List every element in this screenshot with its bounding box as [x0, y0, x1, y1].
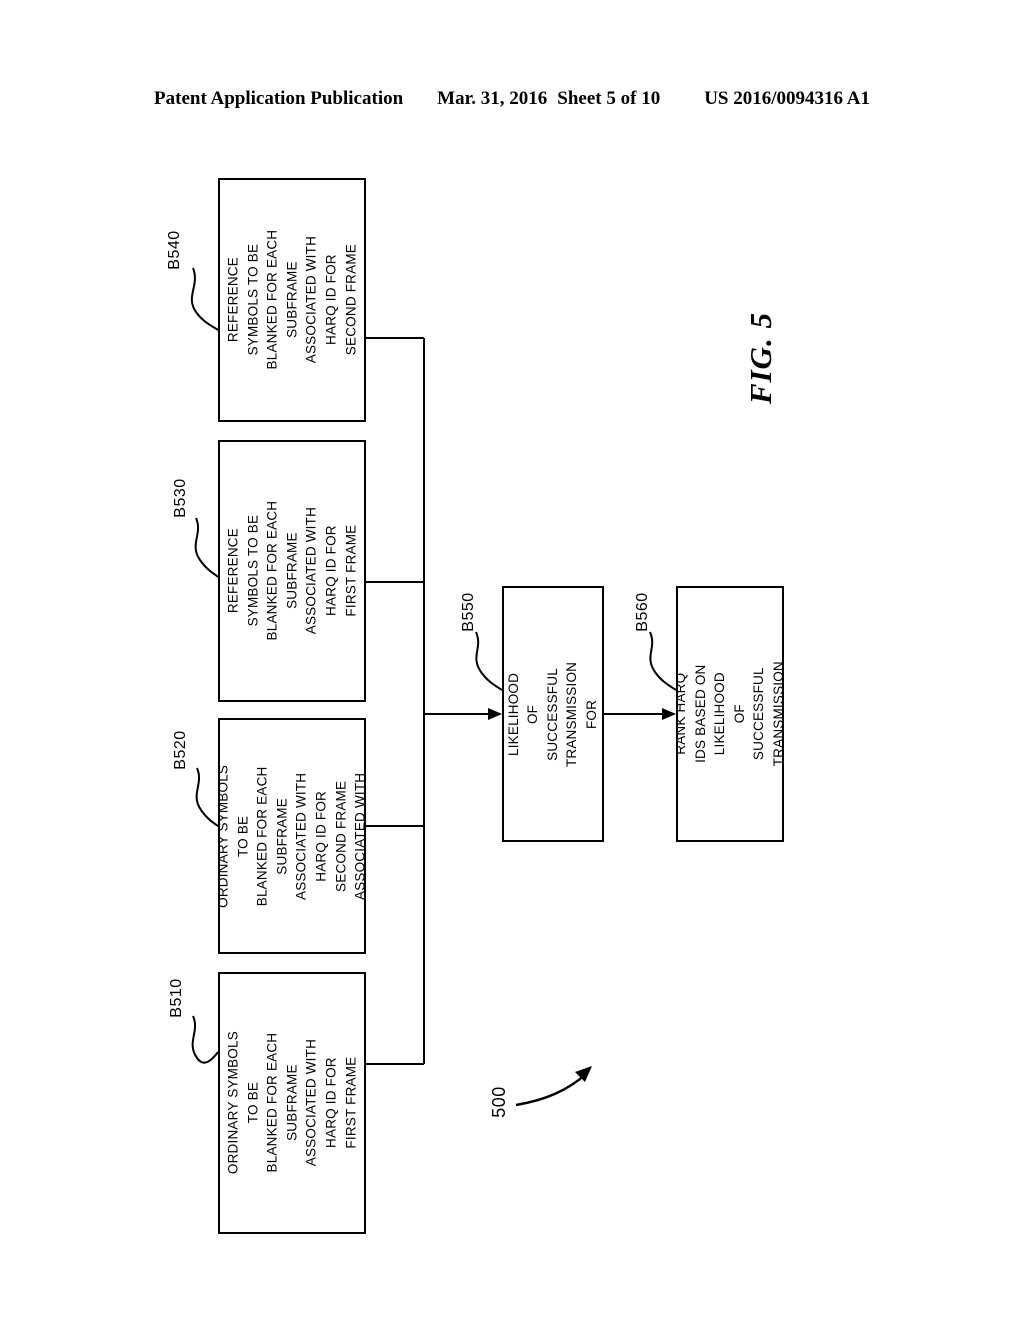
flowchart-block-b520-label: DETERMINE NUMBER OF ORDINARY SYMBOLS TO …: [218, 764, 366, 908]
arrowhead-into-b560: [662, 708, 676, 720]
figure-label: FIG. 5: [743, 311, 778, 405]
flowchart-block-b560[interactable]: RANK HARQ IDS BASED ON LIKELIHOOD OF SUC…: [676, 586, 784, 842]
flowchart-block-b510-label: DETERMINE NUMBER OF ORDINARY SYMBOLS TO …: [218, 1031, 366, 1175]
flowchart-block-b560-label: RANK HARQ IDS BASED ON LIKELIHOOD OF SUC…: [676, 661, 784, 767]
flowchart-block-b550-label: DETERMINE LIKELIHOOD OF SUCCESSFUL TRANS…: [506, 661, 600, 767]
reference-numeral-b530: B530: [172, 478, 189, 518]
reference-numeral-500: 500: [489, 1086, 509, 1118]
flowchart-block-b530[interactable]: DETERMINE NUMBER OF REFERENCE SYMBOLS TO…: [218, 440, 366, 702]
leader-line-b540: [190, 267, 219, 331]
leader-line-b510: [191, 1015, 219, 1064]
reference-numeral-b510: B510: [168, 978, 185, 1018]
flowchart-block-b540[interactable]: DETERMINE NUMBER OF REFERENCE SYMBOLS TO…: [218, 178, 366, 422]
flowchart-block-b510[interactable]: DETERMINE NUMBER OF ORDINARY SYMBOLS TO …: [218, 972, 366, 1234]
flowchart-block-b550[interactable]: DETERMINE LIKELIHOOD OF SUCCESSFUL TRANS…: [502, 586, 604, 842]
flowchart-block-b540-label: DETERMINE NUMBER OF REFERENCE SYMBOLS TO…: [218, 230, 366, 370]
arrowhead-into-b550: [488, 708, 502, 720]
reference-numeral-b560: B560: [634, 592, 651, 632]
reference-numeral-b540: B540: [166, 230, 183, 270]
leader-line-b530: [194, 517, 221, 579]
flowchart-block-b530-label: DETERMINE NUMBER OF REFERENCE SYMBOLS TO…: [218, 501, 366, 641]
flowchart-block-b520[interactable]: DETERMINE NUMBER OF ORDINARY SYMBOLS TO …: [218, 718, 366, 954]
patent-figure-drawing: DETERMINE NUMBER OF REFERENCE SYMBOLS TO…: [0, 0, 1024, 1320]
arrowhead-figure-500: [575, 1066, 592, 1082]
reference-numeral-b520: B520: [172, 730, 189, 770]
reference-numeral-b550: B550: [460, 592, 477, 632]
leader-line-figure-500: [515, 1073, 587, 1107]
